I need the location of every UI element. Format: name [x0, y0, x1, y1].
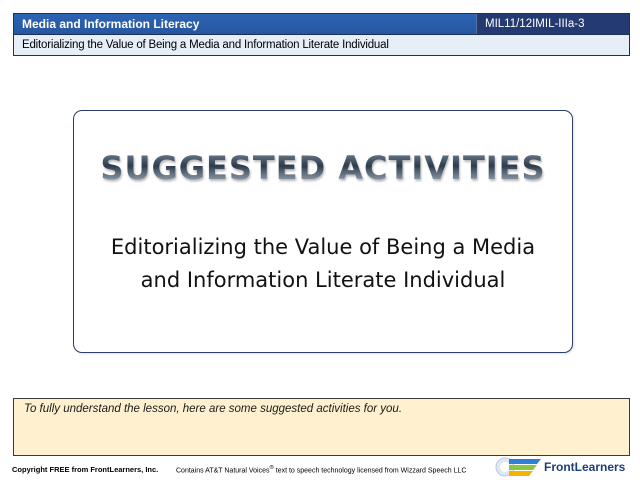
- competency-code: MIL11/12IMIL-IIIa-3: [476, 14, 629, 34]
- footer: Copyright FREE from FrontLearners, Inc. …: [12, 457, 632, 480]
- card-description: Editorializing the Value of Being a Medi…: [84, 231, 562, 297]
- card-description-line-2: and Information Literate Individual: [140, 268, 506, 292]
- slide: Media and Information Literacy MIL11/12I…: [0, 0, 640, 480]
- header-top-row: Media and Information Literacy MIL11/12I…: [14, 14, 629, 35]
- card-heading: SUGGESTED ACTIVITIES: [74, 149, 572, 187]
- course-title: Media and Information Literacy: [14, 14, 476, 34]
- tts-credit-suffix: text to speech technology licensed from …: [273, 467, 467, 475]
- lesson-subtitle: Editorializing the Value of Being a Medi…: [14, 35, 629, 55]
- brand-name: FrontLearners: [544, 460, 626, 474]
- tts-credit-prefix: Contains AT&T Natural Voices: [176, 467, 270, 475]
- lesson-header: Media and Information Literacy MIL11/12I…: [13, 13, 630, 56]
- instruction-text: To fully understand the lesson, here are…: [24, 403, 403, 415]
- copyright-text: Copyright FREE from FrontLearners, Inc.: [12, 465, 159, 474]
- frontlearners-brand[interactable]: FrontLearners: [492, 456, 625, 478]
- tts-credit: Contains AT&T Natural Voices® text to sp…: [176, 465, 466, 474]
- activity-card: SUGGESTED ACTIVITIES Editorializing the …: [73, 110, 573, 353]
- card-description-line-1: Editorializing the Value of Being a Medi…: [110, 235, 536, 259]
- frontlearners-logo-icon: [495, 457, 541, 477]
- instruction-note: To fully understand the lesson, here are…: [13, 398, 630, 456]
